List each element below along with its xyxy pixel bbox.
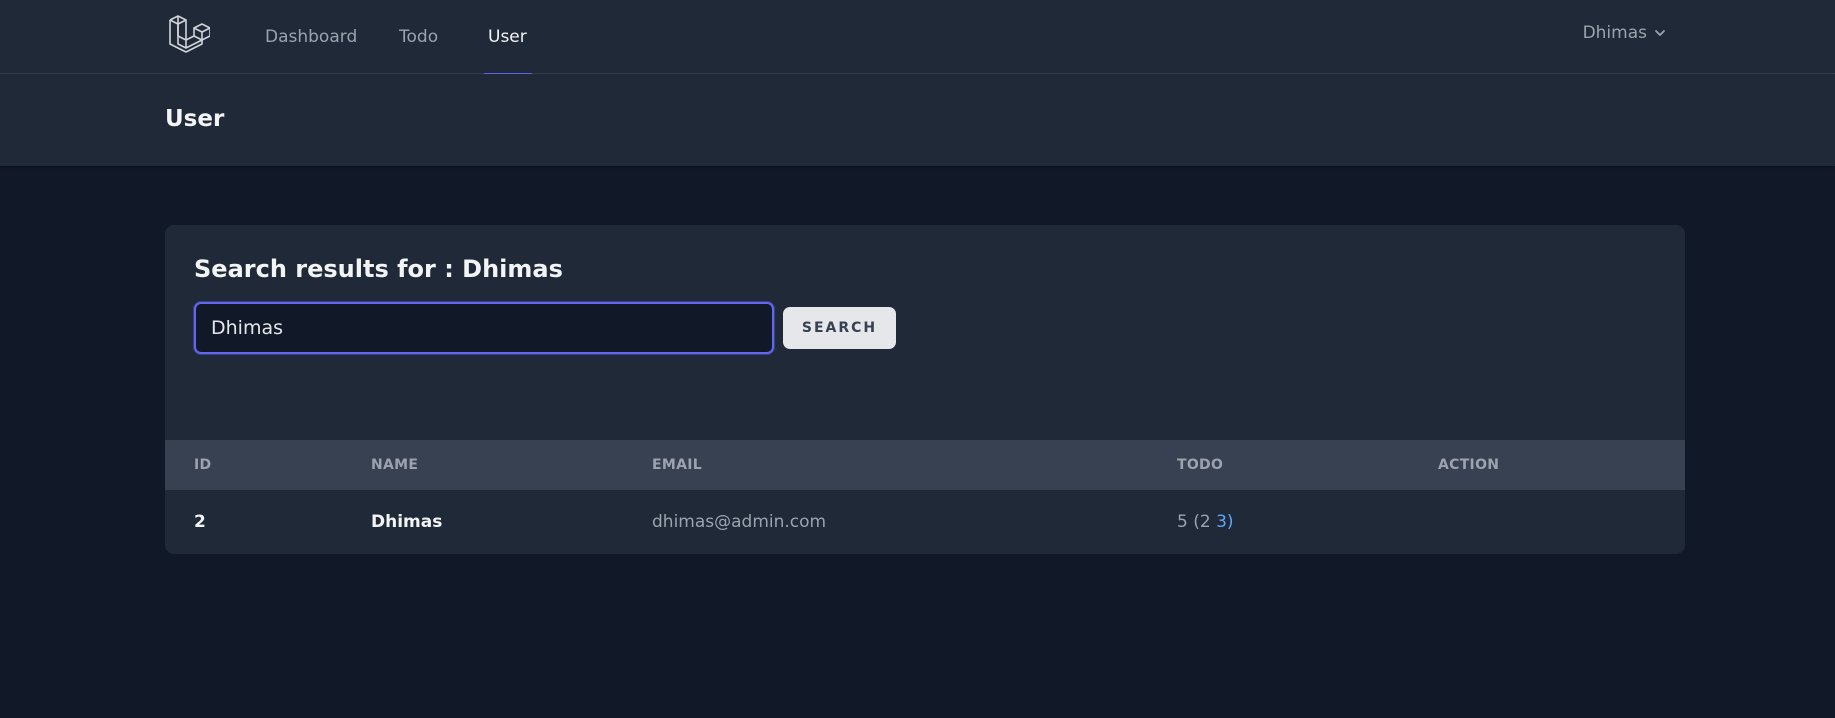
user-menu[interactable]: Dhimas xyxy=(1583,0,1667,66)
laravel-logo-icon[interactable] xyxy=(168,14,211,54)
search-results-card: Search results for : Dhimas SEARCH ID NA… xyxy=(165,225,1685,554)
nav-link-dashboard[interactable]: Dashboard xyxy=(265,0,357,74)
table-row: 2 Dhimas dhimas@admin.com 5 (2 3) xyxy=(165,490,1685,554)
column-header-name: NAME xyxy=(371,457,419,473)
cell-id: 2 xyxy=(194,512,206,532)
search-input[interactable] xyxy=(194,302,774,354)
search-results-heading: Search results for : Dhimas xyxy=(194,255,563,283)
chevron-down-icon xyxy=(1655,30,1665,36)
search-button[interactable]: SEARCH xyxy=(783,307,896,349)
cell-todo: 5 (2 3) xyxy=(1177,490,1234,554)
page-header: User xyxy=(0,74,1835,166)
column-header-email: EMAIL xyxy=(652,457,702,473)
table-header-row: ID NAME EMAIL TODO ACTION xyxy=(165,440,1685,490)
nav-link-todo[interactable]: Todo xyxy=(399,0,438,74)
column-header-action: ACTION xyxy=(1438,457,1500,473)
column-header-id: ID xyxy=(194,457,212,473)
todo-count: 5 (2 xyxy=(1177,512,1211,532)
cell-name: Dhimas xyxy=(371,512,443,532)
cell-email: dhimas@admin.com xyxy=(652,512,827,532)
nav-link-user[interactable]: User xyxy=(484,0,532,75)
top-navbar: Dashboard Todo User Dhimas xyxy=(0,0,1835,75)
user-name: Dhimas xyxy=(1582,23,1647,43)
page-title: User xyxy=(165,106,225,132)
column-header-todo: TODO xyxy=(1177,457,1224,473)
todo-completed-link[interactable]: 3) xyxy=(1216,512,1233,532)
